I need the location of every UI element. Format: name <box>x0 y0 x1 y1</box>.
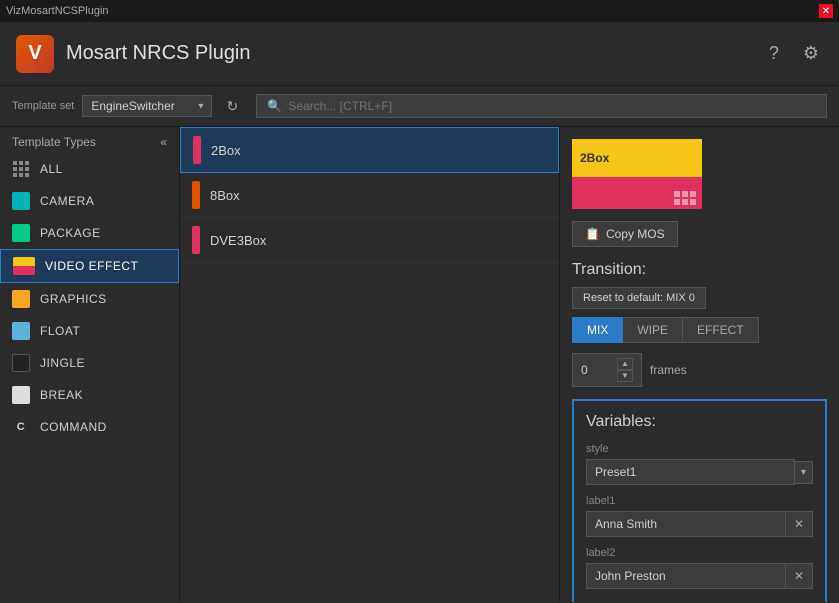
template-set-value: EngineSwitcher <box>91 99 174 113</box>
command-icon: C <box>12 418 30 436</box>
header-buttons: ? ⚙ <box>765 39 823 68</box>
graphics-icon <box>12 290 30 308</box>
camera-icon <box>12 192 30 210</box>
frames-increment[interactable]: ▲ <box>617 358 633 370</box>
copy-icon: 📋 <box>585 227 600 241</box>
sidebar-item-command[interactable]: C COMMAND <box>0 411 179 443</box>
right-panel: 2Box 📋 Copy MOS Transition: Reset to def… <box>560 127 839 602</box>
frames-value: 0 <box>581 363 588 377</box>
preview-top: 2Box <box>572 139 702 177</box>
settings-button[interactable]: ⚙ <box>799 39 823 68</box>
sidebar-label-float: FLOAT <box>40 324 80 338</box>
template-item-dve3box[interactable]: DVE3Box <box>180 218 559 263</box>
float-icon <box>12 322 30 340</box>
search-box: 🔍 <box>256 94 827 118</box>
video-effect-icon <box>13 257 35 275</box>
label2-input[interactable] <box>586 563 786 589</box>
tab-wipe[interactable]: WIPE <box>623 317 683 343</box>
close-button[interactable]: ✕ <box>819 4 833 18</box>
sidebar-header: Template Types « <box>0 127 179 153</box>
sidebar-label-video-effect: VIDEO EFFECT <box>45 259 138 273</box>
frames-row: 0 ▲ ▼ frames <box>572 353 827 387</box>
app-title: Mosart NRCS Plugin <box>66 42 765 65</box>
label2-input-row: ✕ <box>586 563 813 589</box>
template-types-label: Template Types <box>12 135 96 149</box>
break-icon <box>12 386 30 404</box>
template-list: 2Box 8Box DVE3Box <box>180 127 560 602</box>
style-select-row: Preset1 Preset2 Preset3 ▾ <box>586 459 813 485</box>
sidebar-item-video-effect[interactable]: VIDEO EFFECT <box>0 249 179 283</box>
template-item-2box[interactable]: 2Box <box>180 127 559 173</box>
refresh-button[interactable]: ↻ <box>220 94 244 118</box>
app-icon: V <box>16 35 54 73</box>
sidebar-label-command: COMMAND <box>40 420 107 434</box>
label1-label: label1 <box>586 495 813 507</box>
template-set-label: Template set <box>12 100 74 112</box>
search-icon: 🔍 <box>267 99 282 113</box>
sidebar-item-package[interactable]: PACKAGE <box>0 217 179 249</box>
search-input[interactable] <box>288 99 816 113</box>
template-name-2box: 2Box <box>211 143 241 158</box>
sidebar-label-jingle: JINGLE <box>40 356 85 370</box>
variables-section: Variables: style Preset1 Preset2 Preset3… <box>572 399 827 602</box>
sidebar-label-all: ALL <box>40 162 63 176</box>
main-layout: Template Types « ALL CAMERA PACKAGE <box>0 127 839 602</box>
template-item-8box[interactable]: 8Box <box>180 173 559 218</box>
sidebar-label-package: PACKAGE <box>40 226 101 240</box>
header: V Mosart NRCS Plugin ? ⚙ <box>0 22 839 86</box>
template-color-8box <box>192 181 200 209</box>
sidebar-item-camera[interactable]: CAMERA <box>0 185 179 217</box>
preview-dots <box>674 191 696 205</box>
tab-mix[interactable]: MIX <box>572 317 623 343</box>
sidebar: Template Types « ALL CAMERA PACKAGE <box>0 127 180 602</box>
jingle-icon <box>12 354 30 372</box>
style-dropdown-arrow: ▾ <box>795 461 813 484</box>
template-color-2box <box>193 136 201 164</box>
tab-effect[interactable]: EFFECT <box>683 317 759 343</box>
template-name-8box: 8Box <box>210 188 240 203</box>
titlebar-title: VizMosartNCSPlugin <box>6 5 109 17</box>
sidebar-item-jingle[interactable]: JINGLE <box>0 347 179 379</box>
preview-label: 2Box <box>580 151 609 165</box>
transition-tabs: MIX WIPE EFFECT <box>572 317 827 343</box>
preview-bottom <box>572 177 702 209</box>
style-select[interactable]: Preset1 Preset2 Preset3 <box>586 459 795 485</box>
sidebar-item-all[interactable]: ALL <box>0 153 179 185</box>
label1-input[interactable] <box>586 511 786 537</box>
all-icon <box>12 160 30 178</box>
frames-decrement[interactable]: ▼ <box>617 370 633 382</box>
frames-input-container: 0 ▲ ▼ <box>572 353 642 387</box>
collapse-icon[interactable]: « <box>160 135 167 149</box>
template-name-dve3box: DVE3Box <box>210 233 266 248</box>
transition-title: Transition: <box>572 261 827 279</box>
frames-label: frames <box>650 363 687 377</box>
package-icon <box>12 224 30 242</box>
sidebar-label-break: BREAK <box>40 388 83 402</box>
label2-label: label2 <box>586 547 813 559</box>
sidebar-item-float[interactable]: FLOAT <box>0 315 179 347</box>
preview-box: 2Box <box>572 139 702 209</box>
sidebar-label-camera: CAMERA <box>40 194 94 208</box>
template-set-row: Template set EngineSwitcher ▾ ↻ 🔍 <box>0 86 839 127</box>
template-set-select[interactable]: EngineSwitcher ▾ <box>82 95 212 117</box>
titlebar: VizMosartNCSPlugin ✕ <box>0 0 839 22</box>
style-label: style <box>586 443 813 455</box>
copy-mos-button[interactable]: 📋 Copy MOS <box>572 221 678 247</box>
copy-mos-label: Copy MOS <box>606 227 665 241</box>
variables-title: Variables: <box>586 413 813 431</box>
help-button[interactable]: ? <box>765 39 783 68</box>
transition-section: Transition: Reset to default: MIX 0 MIX … <box>572 261 827 387</box>
reset-default-button[interactable]: Reset to default: MIX 0 <box>572 287 706 309</box>
label2-clear-button[interactable]: ✕ <box>786 563 813 589</box>
spinner-buttons: ▲ ▼ <box>617 358 633 382</box>
sidebar-label-graphics: GRAPHICS <box>40 292 107 306</box>
template-color-dve3box <box>192 226 200 254</box>
sidebar-item-graphics[interactable]: GRAPHICS <box>0 283 179 315</box>
label1-clear-button[interactable]: ✕ <box>786 511 813 537</box>
chevron-down-icon: ▾ <box>198 101 203 112</box>
sidebar-item-break[interactable]: BREAK <box>0 379 179 411</box>
label1-input-row: ✕ <box>586 511 813 537</box>
